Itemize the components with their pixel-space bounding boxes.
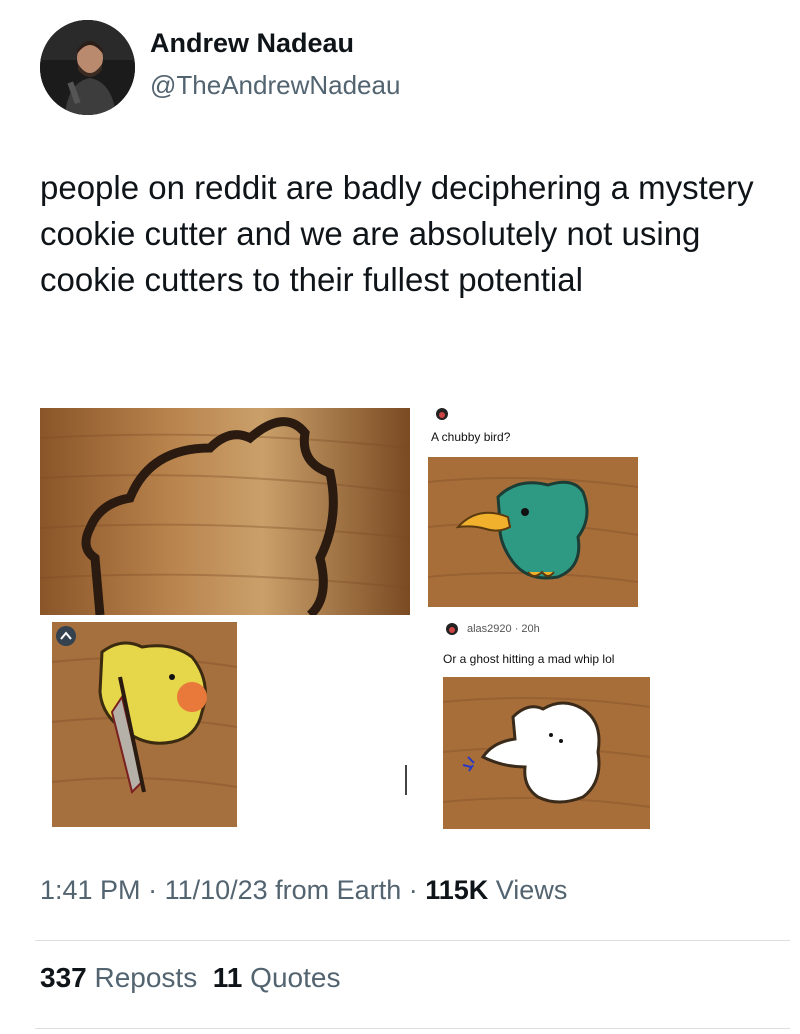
- reposts-label: Reposts: [86, 962, 198, 993]
- comment-text: Or a ghost hitting a mad whip lol: [443, 652, 615, 666]
- avatar[interactable]: [40, 20, 135, 115]
- ghost-cookie-photo[interactable]: [443, 677, 650, 829]
- reposts-count: 337: [40, 962, 87, 993]
- comment-text: A chubby bird?: [431, 430, 511, 444]
- tweet-meta: 1:41 PM · 11/10/23 from Earth · 115K Vie…: [40, 875, 567, 906]
- reposts-link[interactable]: 337 Reposts: [40, 962, 197, 993]
- quotes-label: Quotes: [242, 962, 341, 993]
- duck-cookie-photo[interactable]: [52, 622, 237, 827]
- cookie-cutter-photo[interactable]: [40, 408, 410, 615]
- views-count: 115K: [425, 875, 489, 905]
- tweet-source: from Earth: [267, 875, 402, 905]
- comment-username[interactable]: alas2920 · 20h: [467, 623, 540, 635]
- reddit-comment-1[interactable]: A chubby bird?: [425, 400, 655, 610]
- divider: [35, 940, 790, 941]
- reddit-avatar-icon: [443, 621, 461, 637]
- tweet-date[interactable]: 11/10/23: [165, 875, 268, 905]
- meta-separator: ·: [140, 875, 165, 905]
- quotes-count: 11: [212, 962, 243, 993]
- quotes-link[interactable]: 11 Quotes: [213, 962, 341, 993]
- author-name[interactable]: Andrew Nadeau: [150, 28, 354, 59]
- tweet-stats: 337 Reposts 11 Quotes: [40, 962, 340, 994]
- reddit-avatar-icon: [433, 406, 451, 422]
- views-label: Views: [488, 875, 568, 905]
- tweet-time[interactable]: 1:41 PM: [40, 875, 141, 905]
- tweet-text: people on reddit are badly deciphering a…: [40, 169, 754, 298]
- meta-separator: ·: [401, 875, 426, 905]
- author-handle[interactable]: @TheAndrewNadeau: [150, 70, 400, 101]
- teal-bird-cookie-photo[interactable]: [428, 457, 638, 607]
- text-cursor: [405, 765, 407, 795]
- reddit-comment-2[interactable]: alas2920 · 20h Or a ghost hitting a mad …: [435, 615, 660, 835]
- divider: [35, 1028, 790, 1029]
